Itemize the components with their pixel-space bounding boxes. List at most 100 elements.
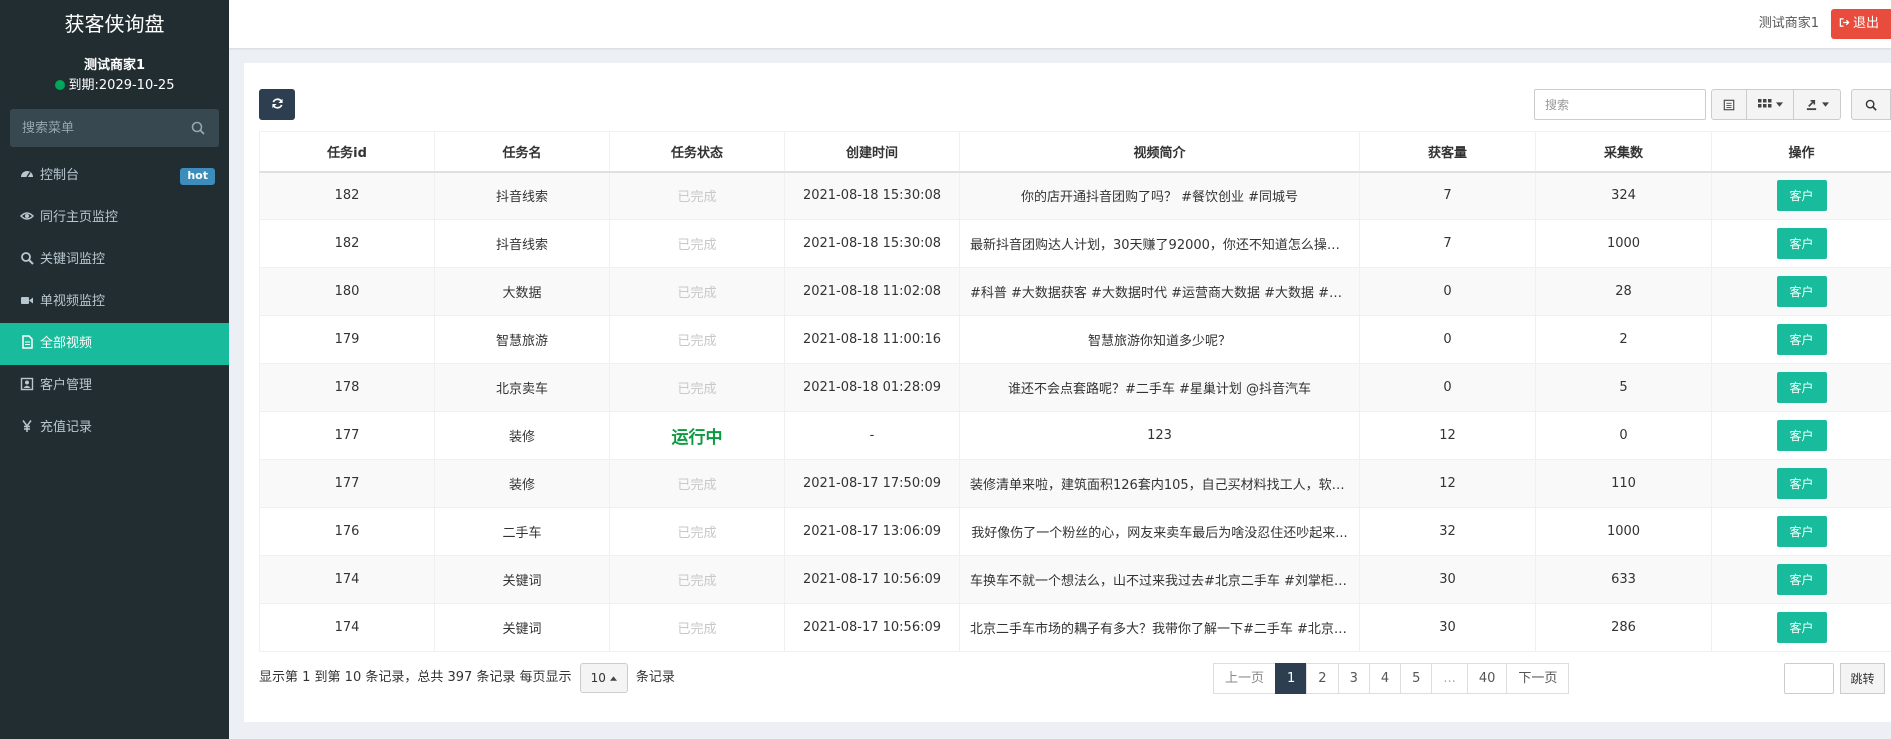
next-page-button[interactable]: 下一页 (1506, 663, 1570, 694)
page-size-dropdown[interactable]: 10 (579, 663, 628, 693)
table-search-input[interactable] (1534, 89, 1706, 120)
page-button-4[interactable]: 4 (1368, 663, 1402, 694)
pagination-info: 显示第 1 到第 10 条记录，总共 397 条记录 每页显示 10 条记录 (259, 663, 675, 693)
created-time-cell: 2021-08-17 17:50:09 (784, 459, 960, 508)
brand-title[interactable]: 获客侠询盘 (0, 0, 229, 48)
sidebar-item-all-videos[interactable]: 全部视频 (0, 323, 229, 365)
customers-button[interactable]: 客户 (1776, 324, 1827, 355)
col-header-collected[interactable]: 采集数 (1535, 131, 1712, 173)
collected-cell: 2 (1535, 315, 1712, 364)
records-info: 显示第 1 到第 10 条记录，总共 397 条记录 每页显示 (259, 670, 572, 685)
sidebar-item-customers[interactable]: 客户管理 (0, 365, 229, 407)
menu-search (10, 109, 219, 147)
customers-button[interactable]: 客户 (1776, 228, 1827, 259)
customers-button[interactable]: 客户 (1776, 276, 1827, 307)
task-name-cell: 关键词 (434, 555, 610, 604)
video-desc-cell: 123 (959, 411, 1360, 460)
customers-button[interactable]: 客户 (1776, 516, 1827, 547)
leads-cell: 7 (1359, 219, 1536, 268)
export-dropdown-button[interactable] (1793, 89, 1841, 120)
columns-dropdown-button[interactable] (1746, 89, 1794, 120)
video-desc-cell: 车换车不就一个想法么，山不过来我过去#北京二手车 #刘掌柜 #... (959, 555, 1360, 604)
collected-cell: 0 (1535, 411, 1712, 460)
task-status-cell: 已完成 (609, 219, 785, 268)
col-header-created-time[interactable]: 创建时间 (784, 131, 960, 173)
page-button-1[interactable]: 1 (1275, 663, 1308, 694)
sidebar-item-keyword-monitor[interactable]: 关键词监控 (0, 239, 229, 281)
page-button-3[interactable]: 3 (1337, 663, 1370, 694)
page-size-value: 10 (590, 671, 606, 685)
actions-cell: 客户 (1711, 507, 1891, 556)
task-status-cell: 已完成 (609, 555, 785, 604)
advanced-search-button[interactable] (1851, 89, 1891, 120)
refresh-button[interactable] (259, 89, 295, 120)
task-name-cell: 大数据 (434, 267, 610, 316)
page-button-40[interactable]: 40 (1466, 663, 1508, 694)
customers-button[interactable]: 客户 (1776, 180, 1827, 212)
table-row: 176 二手车 已完成 2021-08-17 13:06:09 我好像伤了一个粉丝的心，… (259, 507, 1891, 556)
sidebar-item-label: 控制台 (40, 168, 80, 183)
search-icon[interactable] (191, 121, 205, 135)
sign-out-icon (1839, 18, 1850, 27)
task-status-cell: 已完成 (609, 267, 785, 316)
task-status-cell: 已完成 (609, 507, 785, 556)
actions-cell: 客户 (1711, 315, 1891, 364)
toggle-view-button[interactable] (1711, 89, 1747, 120)
page-button-2[interactable]: 2 (1306, 663, 1339, 694)
customers-button[interactable]: 客户 (1776, 468, 1827, 499)
caret-down-icon (1775, 102, 1783, 107)
customers-button[interactable]: 客户 (1776, 420, 1827, 451)
col-header-task-name[interactable]: 任务名 (434, 131, 610, 173)
collected-cell: 1000 (1535, 219, 1712, 268)
hot-badge: hot (180, 168, 215, 185)
jump-button[interactable]: 跳转 (1840, 663, 1885, 694)
col-header-video-desc[interactable]: 视频简介 (959, 131, 1360, 173)
sidebar-item-video-monitor[interactable]: 单视频监控 (0, 281, 229, 323)
table-row: 182 抖音线索 已完成 2021-08-18 15:30:08 你的店开通抖音团购了吗… (259, 171, 1891, 220)
customers-button[interactable]: 客户 (1776, 372, 1827, 403)
sidebar-item-label: 客户管理 (40, 378, 93, 393)
sidebar-item-peer-monitor[interactable]: 同行主页监控 (0, 197, 229, 239)
task-status-cell: 已完成 (609, 315, 785, 364)
task-status-cell: 运行中 (609, 411, 785, 460)
expire-date: 到期:2029-10-25 (68, 78, 175, 93)
video-desc-cell: 北京二手车市场的耦子有多大？我带你了解一下#二手车 #北京 #... (959, 603, 1360, 652)
jump-page-input[interactable] (1784, 663, 1834, 694)
table-toolbar (1711, 89, 1841, 120)
sidebar: 获客侠询盘 测试商家1 到期:2029-10-25 控制台 hot 同行主页监控… (0, 0, 229, 739)
search-icon (1865, 99, 1877, 111)
leads-cell: 32 (1359, 507, 1536, 556)
tasks-table: 任务id 任务名 任务状态 创建时间 视频简介 获客量 采集数 操作 182 抖音… (259, 131, 1891, 652)
customers-button[interactable]: 客户 (1776, 564, 1827, 595)
actions-cell: 客户 (1711, 219, 1891, 268)
task-status-cell: 已完成 (609, 459, 785, 508)
table-body: 182 抖音线索 已完成 2021-08-18 15:30:08 你的店开通抖音团购了吗… (259, 171, 1891, 652)
task-id-cell: 174 (259, 603, 435, 652)
records-suffix: 条记录 (635, 670, 675, 685)
yen-icon (22, 420, 32, 432)
task-name-cell: 二手车 (434, 507, 610, 556)
menu-search-input[interactable] (10, 109, 190, 147)
collected-cell: 324 (1535, 171, 1712, 220)
prev-page-button[interactable]: 上一页 (1213, 663, 1277, 694)
created-time-cell: 2021-08-18 11:02:08 (784, 267, 960, 316)
leads-cell: 30 (1359, 603, 1536, 652)
col-header-task-status[interactable]: 任务状态 (609, 131, 785, 173)
task-id-cell: 182 (259, 171, 435, 220)
sidebar-item-recharge[interactable]: 充值记录 (0, 407, 229, 449)
collected-cell: 286 (1535, 603, 1712, 652)
task-id-cell: 179 (259, 315, 435, 364)
header-user-name[interactable]: 测试商家1 (1759, 0, 1819, 48)
task-name-cell: 抖音线索 (434, 171, 610, 220)
task-name-cell: 关键词 (434, 603, 610, 652)
pagination: 上一页 1 2 3 4 5 ... 40 下一页 (1213, 663, 1570, 694)
task-name-cell: 智慧旅游 (434, 315, 610, 364)
task-name-cell: 抖音线索 (434, 219, 610, 268)
customers-button[interactable]: 客户 (1776, 612, 1827, 643)
col-header-leads[interactable]: 获客量 (1359, 131, 1536, 173)
logout-button[interactable]: 退出 (1831, 9, 1891, 39)
col-header-task-id[interactable]: 任务id (259, 131, 435, 173)
sidebar-item-dashboard[interactable]: 控制台 hot (0, 155, 229, 197)
page-button-5[interactable]: 5 (1400, 663, 1433, 694)
file-icon (22, 335, 33, 349)
